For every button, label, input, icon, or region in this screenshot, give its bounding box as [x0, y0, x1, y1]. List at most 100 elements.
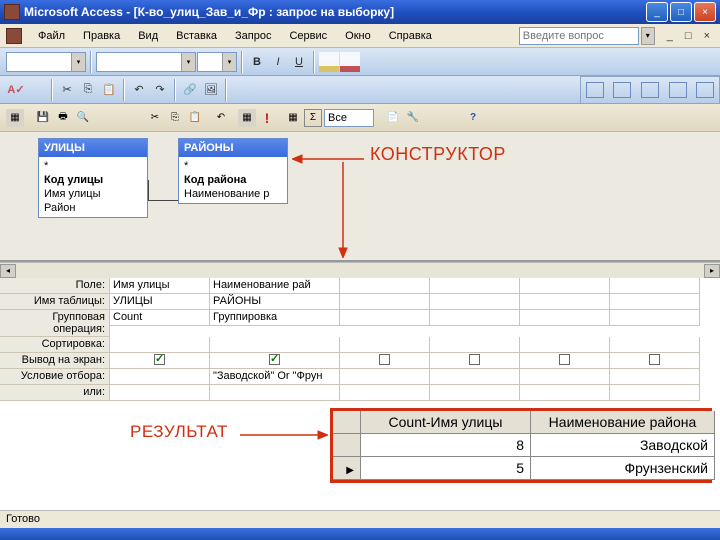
- result-cell-count-1[interactable]: 5: [361, 457, 531, 480]
- paste-button[interactable]: 📋: [186, 109, 204, 127]
- copy-button[interactable]: ⎘: [166, 109, 184, 127]
- field-naimenovanie[interactable]: Наименование р: [181, 187, 285, 201]
- form-icon[interactable]: [231, 80, 251, 100]
- preview-button[interactable]: 🔍: [74, 109, 92, 127]
- grid-field-4[interactable]: [430, 278, 520, 294]
- help-button[interactable]: ?: [464, 109, 482, 127]
- dbwindow-button[interactable]: [424, 109, 442, 127]
- indent-right-icon[interactable]: [613, 82, 631, 98]
- align-right-icon[interactable]: [669, 82, 687, 98]
- scroll-left-icon[interactable]: ◂: [0, 264, 16, 278]
- spellcheck-icon[interactable]: A✓: [6, 80, 26, 100]
- query-design-pane[interactable]: УЛИЦЫ * Код улицы Имя улицы Район РАЙОНЫ…: [0, 132, 720, 262]
- menu-insert[interactable]: Вставка: [168, 27, 225, 45]
- grid-group-1[interactable]: Count: [110, 310, 210, 326]
- menu-edit[interactable]: Правка: [75, 27, 128, 45]
- sort-asc-button[interactable]: [100, 109, 118, 127]
- special-button[interactable]: [403, 52, 423, 72]
- font-dropdown[interactable]: ▾: [96, 52, 196, 72]
- build-button[interactable]: 🔧: [404, 109, 422, 127]
- newobject-button[interactable]: [444, 109, 462, 127]
- table-rayony[interactable]: РАЙОНЫ * Код района Наименование р: [178, 138, 288, 204]
- grid-show-4[interactable]: [430, 353, 520, 369]
- table-ulitsy[interactable]: УЛИЦЫ * Код улицы Имя улицы Район: [38, 138, 148, 218]
- field-rayon[interactable]: Район: [41, 201, 145, 215]
- fontcolor-button[interactable]: [340, 52, 360, 72]
- fillcolor-button[interactable]: [319, 52, 339, 72]
- grid-show-5[interactable]: [520, 353, 610, 369]
- object-dropdown[interactable]: ▾: [6, 52, 86, 72]
- grid-field-2[interactable]: Наименование рай: [210, 278, 340, 294]
- indent-left-icon[interactable]: [586, 82, 604, 98]
- field-imya-ulitsy[interactable]: Имя улицы: [41, 187, 145, 201]
- sort-desc-button[interactable]: [120, 109, 138, 127]
- field-star[interactable]: *: [181, 159, 285, 173]
- system-menu-icon[interactable]: [6, 28, 22, 44]
- showtable-button[interactable]: ▦: [284, 109, 302, 127]
- menu-query[interactable]: Запрос: [227, 27, 279, 45]
- undo-icon[interactable]: ↶: [129, 80, 149, 100]
- result-row-selector-current[interactable]: [333, 457, 361, 480]
- save-button[interactable]: 💾: [34, 109, 52, 127]
- totals-button[interactable]: Σ: [304, 109, 322, 127]
- field-kod-rayona[interactable]: Код района: [181, 173, 285, 187]
- scroll-right-icon[interactable]: ▸: [704, 264, 720, 278]
- run-button[interactable]: !: [258, 109, 276, 127]
- italic-button[interactable]: I: [268, 52, 288, 72]
- grid-button[interactable]: [382, 52, 402, 72]
- grid-field-1[interactable]: Имя улицы: [110, 278, 210, 294]
- underline-button[interactable]: U: [289, 52, 309, 72]
- maximize-button[interactable]: □: [670, 2, 692, 22]
- menu-view[interactable]: Вид: [130, 27, 166, 45]
- grid-show-1[interactable]: [110, 353, 210, 369]
- menu-file[interactable]: Файл: [30, 27, 73, 45]
- minimize-button[interactable]: _: [646, 2, 668, 22]
- result-row-selector[interactable]: [333, 434, 361, 457]
- querytype-button[interactable]: ▦: [238, 109, 256, 127]
- paste-icon[interactable]: 📋: [99, 80, 119, 100]
- grid-show-6[interactable]: [610, 353, 700, 369]
- grid-table-2[interactable]: РАЙОНЫ: [210, 294, 340, 310]
- field-star[interactable]: *: [41, 159, 145, 173]
- redo-icon[interactable]: ↷: [150, 80, 170, 100]
- relationship-line[interactable]: [148, 200, 178, 201]
- grid-field-5[interactable]: [520, 278, 610, 294]
- menu-help[interactable]: Справка: [381, 27, 440, 45]
- result-header-name[interactable]: Наименование района: [531, 411, 715, 434]
- result-cell-count-0[interactable]: 8: [361, 434, 531, 457]
- close-button[interactable]: ×: [694, 2, 716, 22]
- result-cell-name-0[interactable]: Заводской: [531, 434, 715, 457]
- print-button[interactable]: 🖶: [54, 109, 72, 127]
- table-icon[interactable]: [273, 80, 293, 100]
- cut-icon[interactable]: ✂: [57, 80, 77, 100]
- align-left-icon[interactable]: [641, 82, 659, 98]
- align-center-icon[interactable]: [696, 82, 714, 98]
- grid-criteria-2[interactable]: "Заводской" Or "Фрун: [210, 369, 340, 385]
- link-icon[interactable]: 🔗: [180, 80, 200, 100]
- linecolor-button[interactable]: [361, 52, 381, 72]
- grid-table-1[interactable]: УЛИЦЫ: [110, 294, 210, 310]
- cut-button[interactable]: ✂: [146, 109, 164, 127]
- bold-button[interactable]: B: [247, 52, 267, 72]
- result-header-count[interactable]: Count-Имя улицы: [361, 411, 531, 434]
- copy-icon[interactable]: ⎘: [78, 80, 98, 100]
- view-button[interactable]: ▦: [6, 109, 24, 127]
- image-icon[interactable]: 🖼: [201, 80, 221, 100]
- menu-window[interactable]: Окно: [337, 27, 379, 45]
- mdi-restore[interactable]: □: [681, 28, 696, 44]
- field-kod-ulitsy[interactable]: Код улицы: [41, 173, 145, 187]
- design-hscroll[interactable]: ◂ ▸: [0, 262, 720, 278]
- combo-icon[interactable]: [252, 80, 272, 100]
- mdi-close[interactable]: ×: [700, 28, 714, 44]
- properties-button[interactable]: 📄: [384, 109, 402, 127]
- mdi-minimize[interactable]: _: [663, 28, 677, 44]
- grid-field-3[interactable]: [340, 278, 430, 294]
- grid-show-3[interactable]: [340, 353, 430, 369]
- grid-show-2[interactable]: [210, 353, 340, 369]
- menu-service[interactable]: Сервис: [281, 27, 335, 45]
- toprows-input[interactable]: [324, 109, 374, 127]
- grid-field-6[interactable]: [610, 278, 700, 294]
- help-input[interactable]: [519, 27, 639, 45]
- undo-button[interactable]: ↶: [212, 109, 230, 127]
- grid-group-2[interactable]: Группировка: [210, 310, 340, 326]
